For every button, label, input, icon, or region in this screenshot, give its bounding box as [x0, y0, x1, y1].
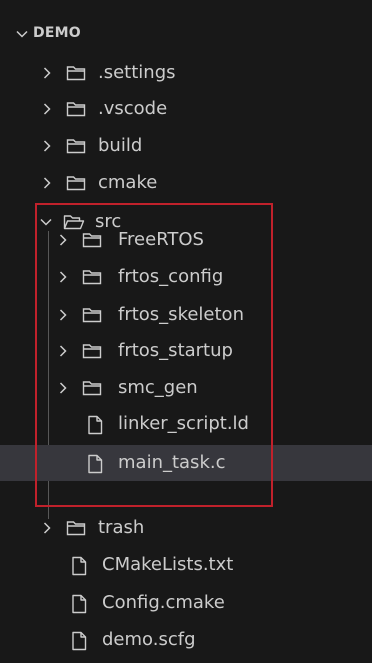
tree-item-frtos-config[interactable]: frtos_config — [0, 259, 372, 295]
chevron-right-icon[interactable] — [56, 308, 70, 322]
tree-item-cmake[interactable]: cmake — [0, 165, 372, 201]
tree-item-label: frtos_startup — [118, 340, 233, 361]
chevron-right-icon[interactable] — [56, 344, 70, 358]
file-icon — [86, 454, 104, 474]
chevron-right-icon[interactable] — [40, 176, 54, 190]
tree-item-label: CMakeLists.txt — [102, 554, 234, 575]
tree-item-demo-scfg[interactable]: demo.scfg — [0, 622, 372, 658]
tree-item-label: FreeRTOS — [118, 229, 204, 250]
tree-item-label: Config.cmake — [102, 592, 225, 613]
chevron-right-icon[interactable] — [40, 102, 54, 116]
tree-item-config-cmake[interactable]: Config.cmake — [0, 585, 372, 621]
tree-item-label: demo.scfg — [102, 629, 196, 650]
tree-item-label: linker_script.ld — [118, 413, 249, 434]
chevron-right-icon[interactable] — [56, 270, 70, 284]
file-icon — [86, 415, 104, 435]
tree-item-label: build — [98, 135, 143, 156]
folder-icon — [82, 231, 102, 249]
chevron-right-icon[interactable] — [40, 521, 54, 535]
tree-item-label: .settings — [98, 62, 176, 83]
chevron-right-icon[interactable] — [56, 381, 70, 395]
file-explorer: DEMO .settings .vscode build cmake src F… — [0, 0, 372, 663]
explorer-root-label: DEMO — [33, 25, 81, 41]
tree-item-cmakelists[interactable]: CMakeLists.txt — [0, 547, 372, 583]
tree-item-label: smc_gen — [118, 377, 198, 398]
chevron-down-icon[interactable] — [15, 27, 29, 41]
folder-icon — [66, 519, 86, 537]
tree-item-vscode[interactable]: .vscode — [0, 91, 372, 127]
folder-icon — [82, 268, 102, 286]
tree-item-label: cmake — [98, 172, 158, 193]
tree-item-main-task[interactable]: main_task.c — [0, 445, 372, 481]
file-icon — [70, 594, 88, 614]
folder-icon — [66, 100, 86, 118]
tree-item-freertos[interactable]: FreeRTOS — [0, 222, 372, 258]
file-icon — [70, 631, 88, 651]
tree-item-label: frtos_config — [118, 266, 224, 287]
folder-icon — [82, 306, 102, 324]
tree-item-build[interactable]: build — [0, 128, 372, 164]
folder-icon — [66, 64, 86, 82]
explorer-root-header[interactable]: DEMO — [0, 19, 372, 49]
file-icon — [70, 556, 88, 576]
tree-item-label: trash — [98, 517, 145, 538]
chevron-right-icon[interactable] — [56, 233, 70, 247]
tree-item-label: .vscode — [98, 98, 168, 119]
tree-item-trash[interactable]: trash — [0, 510, 372, 546]
tree-item-linker-script[interactable]: linker_script.ld — [0, 406, 372, 442]
tree-item-settings[interactable]: .settings — [0, 55, 372, 91]
tree-item-label: frtos_skeleton — [118, 304, 244, 325]
folder-icon — [82, 342, 102, 360]
chevron-right-icon[interactable] — [40, 66, 54, 80]
folder-icon — [82, 379, 102, 397]
folder-icon — [66, 174, 86, 192]
tree-item-frtos-startup[interactable]: frtos_startup — [0, 333, 372, 369]
tree-item-smc-gen[interactable]: smc_gen — [0, 370, 372, 406]
tree-item-label: main_task.c — [118, 452, 226, 473]
chevron-right-icon[interactable] — [40, 139, 54, 153]
tree-item-frtos-skeleton[interactable]: frtos_skeleton — [0, 297, 372, 333]
folder-icon — [66, 137, 86, 155]
